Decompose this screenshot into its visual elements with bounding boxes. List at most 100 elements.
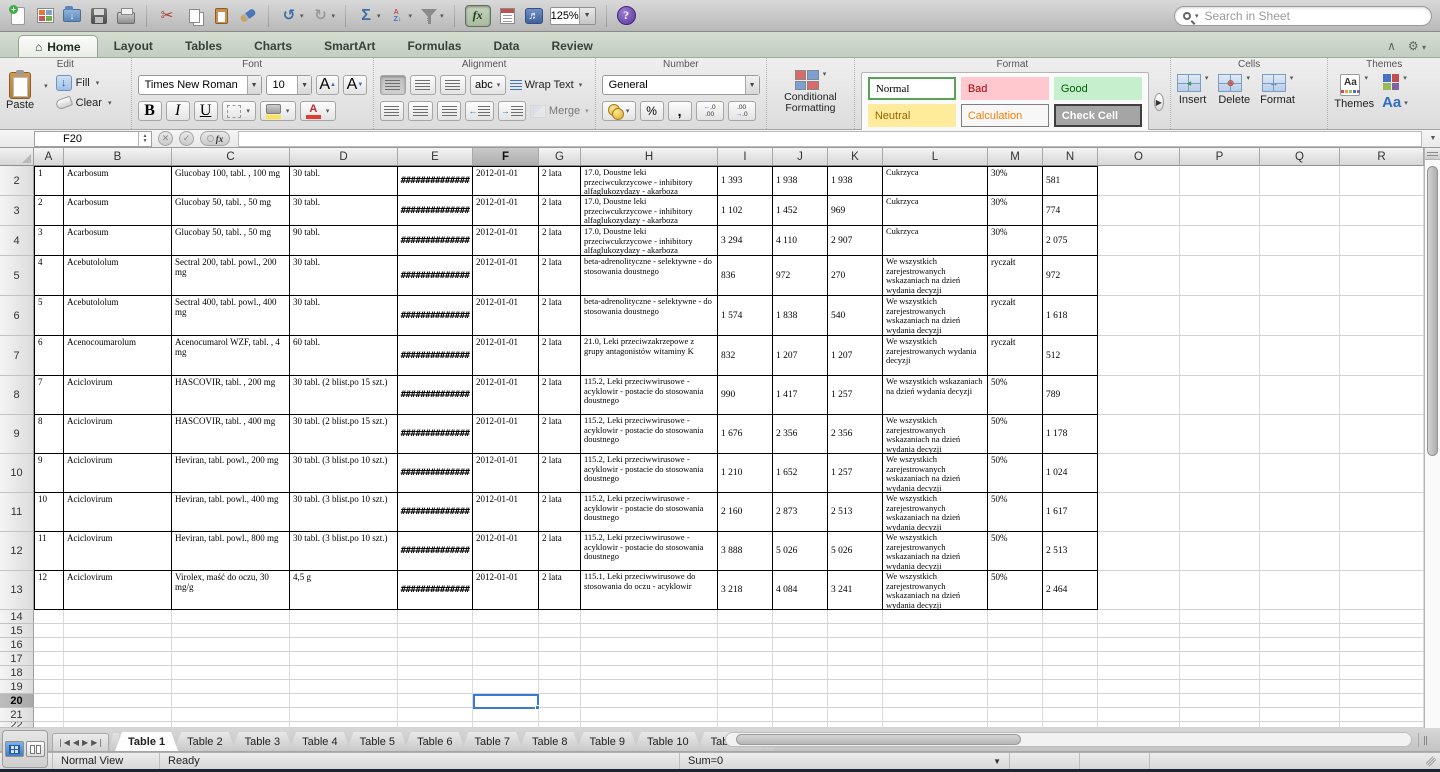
cell-J12[interactable]: 5 026: [773, 532, 828, 571]
enter-button[interactable]: ✓: [179, 131, 194, 146]
row-header-4[interactable]: 4: [0, 226, 34, 256]
cell-N6[interactable]: 1 618: [1043, 296, 1098, 336]
cell-B19[interactable]: [64, 680, 172, 694]
cell-R20[interactable]: [1340, 694, 1424, 708]
cell-N7[interactable]: 512: [1043, 336, 1098, 376]
cell-L9[interactable]: We wszystkich zarejestrowanych wskazania…: [883, 415, 988, 454]
align-middle-button[interactable]: [410, 75, 436, 95]
cell-I7[interactable]: 832: [718, 336, 773, 376]
cell-P18[interactable]: [1180, 666, 1260, 680]
cell-A11[interactable]: 10: [34, 493, 64, 532]
cell-M12[interactable]: 50%: [988, 532, 1043, 571]
cell-O11[interactable]: [1098, 493, 1180, 532]
cell-L18[interactable]: [883, 666, 988, 680]
row-header-8[interactable]: 8: [0, 376, 34, 415]
cell-G19[interactable]: [539, 680, 581, 694]
row-header-2[interactable]: 2: [0, 166, 34, 196]
cell-M14[interactable]: [988, 610, 1043, 624]
cell-H13[interactable]: 115.1, Leki przeciwwirusowe do stosowani…: [581, 571, 718, 610]
cell-R8[interactable]: [1340, 376, 1424, 415]
cell-M6[interactable]: ryczałt: [988, 296, 1043, 336]
cell-A16[interactable]: [34, 638, 64, 652]
cell-D14[interactable]: [290, 610, 398, 624]
cell-D16[interactable]: [290, 638, 398, 652]
column-header-P[interactable]: P: [1180, 148, 1260, 166]
cell-O12[interactable]: [1098, 532, 1180, 571]
column-header-R[interactable]: R: [1340, 148, 1424, 166]
cell-H9[interactable]: 115.2, Leki przeciwwirusowe - acyklowir …: [581, 415, 718, 454]
cell-Q19[interactable]: [1260, 680, 1340, 694]
cell-O21[interactable]: [1098, 708, 1180, 722]
cell-N14[interactable]: [1043, 610, 1098, 624]
cell-N11[interactable]: 1 617: [1043, 493, 1098, 532]
cell-Q9[interactable]: [1260, 415, 1340, 454]
cell-O16[interactable]: [1098, 638, 1180, 652]
cell-I11[interactable]: 2 160: [718, 493, 773, 532]
cell-F15[interactable]: [473, 624, 539, 638]
cell-P8[interactable]: [1180, 376, 1260, 415]
cell-Q20[interactable]: [1260, 694, 1340, 708]
sheet-tab-table-5[interactable]: Table 5: [347, 732, 408, 751]
cell-J3[interactable]: 1 452: [773, 196, 828, 226]
cell-N17[interactable]: [1043, 652, 1098, 666]
cell-K19[interactable]: [828, 680, 883, 694]
cell-Q12[interactable]: [1260, 532, 1340, 571]
cell-J8[interactable]: 1 417: [773, 376, 828, 415]
column-header-E[interactable]: E: [398, 148, 473, 166]
row-header-10[interactable]: 10: [0, 454, 34, 493]
cell-R13[interactable]: [1340, 571, 1424, 610]
cell-D10[interactable]: 30 tabl. (3 blist.po 10 szt.): [290, 454, 398, 493]
collapse-ribbon-icon[interactable]: ∧: [1387, 39, 1396, 53]
cell-E3[interactable]: ##############: [398, 196, 473, 226]
cell-E10[interactable]: ##############: [398, 454, 473, 493]
cell-K3[interactable]: 969: [828, 196, 883, 226]
cell-K8[interactable]: 1 257: [828, 376, 883, 415]
cell-G6[interactable]: 2 lata: [539, 296, 581, 336]
last-sheet-button[interactable]: ▶❘: [91, 738, 104, 747]
cell-P5[interactable]: [1180, 256, 1260, 296]
cell-C18[interactable]: [172, 666, 290, 680]
cell-G8[interactable]: 2 lata: [539, 376, 581, 415]
paste-button-large[interactable]: Paste: [6, 72, 34, 111]
cell-R15[interactable]: [1340, 624, 1424, 638]
cell-R11[interactable]: [1340, 493, 1424, 532]
currency-button[interactable]: ▾: [602, 101, 636, 121]
format-painter-button[interactable]: [238, 6, 258, 26]
column-header-Q[interactable]: Q: [1260, 148, 1340, 166]
increase-indent-button[interactable]: →: [498, 101, 526, 121]
cell-R2[interactable]: [1340, 166, 1424, 196]
cell-K21[interactable]: [828, 708, 883, 722]
align-left-button[interactable]: [380, 101, 405, 121]
cell-B13[interactable]: Aciclovirum: [64, 571, 172, 610]
cell-Q18[interactable]: [1260, 666, 1340, 680]
horizontal-scrollbar[interactable]: [725, 732, 1412, 747]
cell-Q4[interactable]: [1260, 226, 1340, 256]
cell-H8[interactable]: 115.2, Leki przeciwwirusowe - acyklowir …: [581, 376, 718, 415]
column-header-C[interactable]: C: [172, 148, 290, 166]
cell-M13[interactable]: 50%: [988, 571, 1043, 610]
column-header-J[interactable]: J: [773, 148, 828, 166]
tab-tables[interactable]: Tables: [169, 35, 238, 57]
cell-Q21[interactable]: [1260, 708, 1340, 722]
column-header-O[interactable]: O: [1098, 148, 1180, 166]
cell-K11[interactable]: 2 513: [828, 493, 883, 532]
cell-G14[interactable]: [539, 610, 581, 624]
cell-C9[interactable]: HASCOVIR, tabl. , 400 mg: [172, 415, 290, 454]
cell-B17[interactable]: [64, 652, 172, 666]
cell-Q15[interactable]: [1260, 624, 1340, 638]
cell-C21[interactable]: [172, 708, 290, 722]
cell-M2[interactable]: 30%: [988, 166, 1043, 196]
row-header-12[interactable]: 12: [0, 532, 34, 571]
cell-H11[interactable]: 115.2, Leki przeciwwirusowe - acyklowir …: [581, 493, 718, 532]
cell-P11[interactable]: [1180, 493, 1260, 532]
cell-L5[interactable]: We wszystkich zarejestrowanych wskazania…: [883, 256, 988, 296]
cell-E7[interactable]: ##############: [398, 336, 473, 376]
column-header-A[interactable]: A: [34, 148, 64, 166]
cell-P7[interactable]: [1180, 336, 1260, 376]
row-header-11[interactable]: 11: [0, 493, 34, 532]
cell-H6[interactable]: beta-adrenolityczne - selektywne - do st…: [581, 296, 718, 336]
tab-charts[interactable]: Charts: [238, 35, 308, 57]
previous-sheet-button[interactable]: ◀: [73, 738, 79, 747]
column-header-I[interactable]: I: [718, 148, 773, 166]
cell-L15[interactable]: [883, 624, 988, 638]
